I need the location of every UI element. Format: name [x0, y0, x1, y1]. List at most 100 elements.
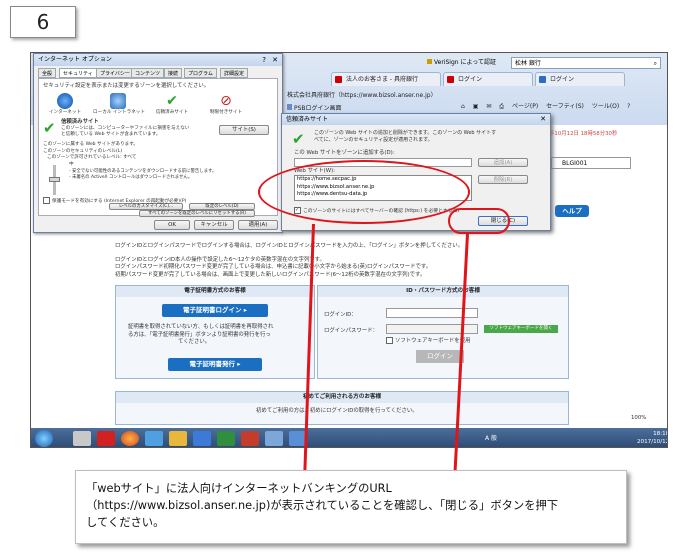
cert-issue-label: 電子証明書発行 ▸ — [189, 360, 241, 368]
search-box[interactable]: 松林 銀行 ⌕ — [511, 57, 661, 69]
ie-window-icon[interactable] — [265, 431, 283, 446]
step-number-box: 6 — [10, 6, 76, 38]
zone-desc: このゾーンには、コンピューターやファイルに損害を与えない と信頼している Web… — [61, 126, 189, 138]
tab-privacy[interactable]: プライバシー — [96, 68, 134, 78]
cert-desc-line: る方は、「電子証明書発行」ボタンより証明書の発行を行っ — [128, 331, 271, 338]
default-level-button[interactable]: 既定のレベル(D) — [189, 203, 255, 210]
zone-intranet[interactable]: ローカル イントラネット — [93, 93, 145, 117]
cancel-button[interactable]: キャンセル — [194, 220, 234, 230]
feed-icon[interactable]: ▣ — [473, 103, 479, 110]
zone-internet[interactable]: インターネット — [45, 93, 85, 117]
ok-button[interactable]: OK — [154, 220, 190, 230]
login-password-label: ログインパスワード： — [324, 328, 378, 334]
default-level-label: 既定のレベル(D) — [205, 204, 239, 209]
tab-login-2[interactable]: ログイン — [535, 72, 625, 86]
close-icon[interactable]: ✕ — [540, 114, 546, 125]
command-bar: ⌂ ▣ ✉ ⎙ ページ(P) セーフティ(S) ツール(O) ? — [461, 101, 667, 113]
acrobat-icon[interactable] — [97, 431, 115, 446]
cert-login-button[interactable]: 電子証明書ログイン ▸ — [162, 304, 268, 317]
word-icon[interactable] — [193, 431, 211, 446]
favorite-label: PSBログイン画面 — [294, 105, 342, 112]
help-button[interactable]: ヘルプ — [555, 205, 589, 217]
page-icon — [287, 104, 292, 110]
bank-tab-icon — [335, 76, 342, 83]
add-site-button[interactable]: 追加(A) — [478, 158, 528, 167]
menu-safety[interactable]: セーフティ(S) — [546, 101, 584, 110]
remove-site-label: 削除(R) — [493, 177, 513, 183]
login-button[interactable]: ログイン — [416, 350, 464, 363]
menu-help[interactable]: ? — [627, 103, 630, 110]
search-icon[interactable]: ⌕ — [654, 58, 657, 69]
checkbox-icon[interactable] — [43, 197, 50, 204]
apply-button[interactable]: 適用(A) — [238, 220, 278, 230]
internet-options-dialog: インターネット オプション ✕ ? 全般 セキュリティ プライバシー コンテンツ… — [33, 53, 283, 233]
cert-issue-button[interactable]: 電子証明書発行 ▸ — [168, 358, 262, 371]
zoom-control[interactable]: 100% — [631, 415, 646, 423]
intro-line: ログインパスワード初期化パスワード変更が完了している場合は、申込書に記載の小文字… — [115, 264, 432, 270]
firefox-icon[interactable] — [121, 431, 139, 446]
cert-desc: 証明書を取得されていない方、もしくは証明書を再取得され る方は、「電子証明書発行… — [128, 324, 273, 347]
cert-panel-title: 電子証明書方式のお客様 — [116, 286, 314, 297]
callout-line: 「webサイト」に法人向けインターネットバンキングのURL — [86, 482, 392, 495]
software-keyboard-open-button[interactable]: ソフトウェアキーボードを開く — [484, 325, 558, 333]
highlight-website-list — [258, 160, 470, 224]
menu-tools[interactable]: ツール(O) — [592, 101, 619, 110]
zone-label: ローカル イントラネット — [93, 110, 145, 115]
first-time-title: 初めてご利用される方のお客様 — [116, 392, 568, 403]
address-status: VeriSign によって認証 — [434, 59, 496, 66]
cert-panel: 電子証明書方式のお客様 電子証明書ログイン ▸ 証明書を取得されていない方、もし… — [115, 285, 315, 379]
checkbox-icon[interactable] — [386, 337, 393, 344]
id-password-panel: ID・パスワード方式のお客様 ログインID： ログインパスワード： ソフトウェア… — [317, 285, 569, 379]
sites-button[interactable]: サイト(S) — [219, 125, 269, 135]
apply-label: 適用(A) — [248, 222, 268, 228]
intro-line: ログインIDとログインパスワードでログインする場合は、ログインIDとログインパス… — [115, 243, 464, 249]
trusted-desc: このゾーンの Web サイトの追加と削除ができます。このゾーンの Web サイト… — [314, 130, 496, 143]
intranet-icon — [110, 93, 126, 109]
home-icon[interactable]: ⌂ — [461, 103, 465, 110]
tab-advanced[interactable]: 詳細設定 — [220, 68, 249, 78]
trusted-sites-titlebar: 信頼済みサイト ✕ — [282, 114, 550, 125]
ime-indicator[interactable]: A 般 — [485, 433, 497, 442]
tab-programs[interactable]: プログラム — [184, 68, 217, 78]
powerpoint-icon[interactable] — [241, 431, 259, 446]
tab-label: 法人のお客さま - 具府銀行 — [346, 76, 418, 83]
lock-icon — [427, 59, 432, 64]
tab-security[interactable]: セキュリティ — [59, 68, 97, 78]
tab-general[interactable]: 全般 — [38, 68, 57, 78]
id-panel-title: ID・パスワード方式のお客様 — [318, 286, 568, 297]
favorite-item[interactable]: PSBログイン画面 — [287, 103, 342, 112]
start-button-icon[interactable] — [35, 430, 53, 447]
excel-icon[interactable] — [217, 431, 235, 446]
clock[interactable]: 18:18 2017/10/12 — [637, 430, 668, 446]
add-site-label: この Web サイトをゾーンに追加する(D): — [294, 150, 395, 156]
ie-icon[interactable] — [145, 431, 163, 446]
software-keyboard-option[interactable]: ソフトウェアキーボードを使用 — [386, 337, 470, 346]
level-desc-line: - 未署名の ActiveX コントロールはダウンロードされません。 — [69, 175, 193, 180]
print-icon[interactable]: ⎙ — [499, 103, 504, 111]
tab-bank[interactable]: 法人のお客さま - 具府銀行 — [331, 72, 441, 86]
custom-level-button[interactable]: レベルのカスタマイズ(C)... — [109, 203, 183, 210]
reset-all-zones-button[interactable]: すべてのゾーンを既定のレベルにリセットする(R) — [139, 210, 255, 217]
tab-login-1[interactable]: ログイン — [443, 72, 533, 86]
first-time-desc: 初めてご利用の方は、初めにログインIDの取得を行ってください。 — [256, 408, 418, 414]
login-tab-icon — [539, 76, 546, 83]
zone-restricted[interactable]: ⊘ 制限付きサイト — [203, 93, 249, 117]
custom-level-label: レベルのカスタマイズ(C)... — [118, 204, 174, 209]
slider-thumb[interactable] — [49, 177, 60, 182]
login-button-label: ログイン — [427, 352, 453, 360]
help-icon[interactable]: ? — [262, 54, 266, 66]
mail-icon[interactable]: ✉ — [486, 103, 491, 110]
cancel-label: キャンセル — [200, 222, 228, 228]
globe-icon — [57, 93, 73, 109]
app-icon[interactable] — [73, 431, 91, 446]
menu-page[interactable]: ページ(P) — [512, 101, 538, 110]
remove-site-button[interactable]: 削除(R) — [478, 175, 528, 184]
first-time-panel: 初めてご利用される方のお客様 初めてご利用の方は、初めにログインIDの取得を行っ… — [115, 391, 569, 425]
tab-contents[interactable]: コンテンツ — [131, 68, 165, 78]
site-owner-text: 株式会社具府銀行（https://www.bizsol.anser.ne.jp） — [287, 92, 437, 99]
close-icon[interactable]: ✕ — [272, 54, 278, 66]
folder-icon[interactable] — [169, 431, 187, 446]
zone-trusted[interactable]: ✔ 信頼済みサイト — [149, 93, 195, 117]
clock-time: 18:18 — [653, 431, 668, 437]
tab-connection[interactable]: 接続 — [164, 68, 183, 78]
